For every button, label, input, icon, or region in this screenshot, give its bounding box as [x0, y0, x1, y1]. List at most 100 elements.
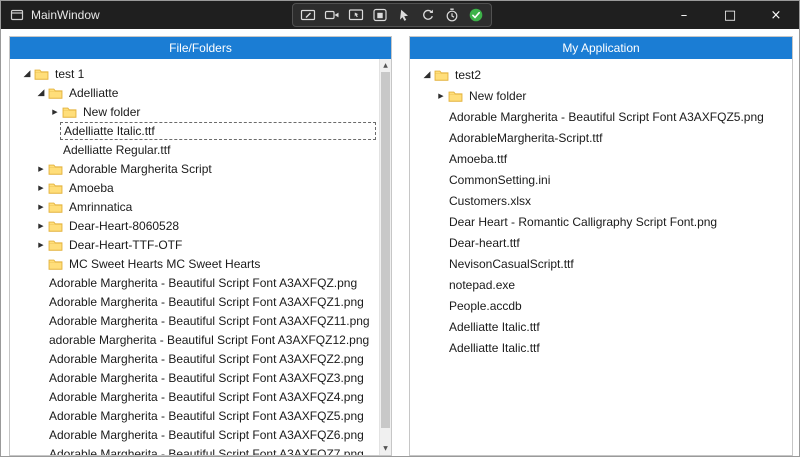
refresh-icon[interactable] [420, 7, 436, 23]
tree-item[interactable]: ◢ Adelliatte [10, 83, 379, 102]
tree-item[interactable]: ▶Amoeba [10, 178, 379, 197]
tree-item[interactable]: Adorable Margherita - Beautiful Script F… [410, 106, 792, 127]
expander-collapsed-icon[interactable]: ▶ [34, 203, 48, 211]
expander-collapsed-icon[interactable]: ▶ [34, 165, 48, 173]
tree-item[interactable]: ◢ test2 [410, 64, 792, 85]
expander-collapsed-icon[interactable]: ▶ [34, 222, 48, 230]
tree-item[interactable]: notepad.exe [410, 274, 792, 295]
tree-item[interactable]: Adorable Margherita - Beautiful Script F… [10, 444, 379, 455]
tree-item[interactable]: NevisonCasualScript.ttf [410, 253, 792, 274]
tree-item[interactable]: Dear Heart - Romantic Calligraphy Script… [410, 211, 792, 232]
tree-item-label: test2 [452, 67, 484, 83]
tree-item-label: Adelliatte Italic.ttf [446, 319, 543, 335]
tree-item[interactable]: Adorable Margherita - Beautiful Script F… [10, 349, 379, 368]
cursor-icon[interactable] [396, 7, 412, 23]
file-folders-tree: ◢ test 1 ◢ Adelliatte ▶ New folder Adelliatte … [10, 59, 379, 455]
tree-item[interactable]: Adelliatte Italic.ttf [410, 337, 792, 358]
window-controls: – □ × [661, 1, 799, 29]
tree-item-label: Adorable Margherita - Beautiful Script F… [46, 313, 373, 329]
tree-item-label: test 1 [52, 66, 87, 82]
tree-item-label: Adorable Margherita - Beautiful Script F… [46, 389, 367, 405]
tree-item-label: Dear-heart.ttf [446, 235, 523, 251]
tree-item[interactable]: ▶Dear-Heart-TTF-OTF [10, 235, 379, 254]
tree-item-label: People.accdb [446, 298, 525, 314]
file-folders-panel-header: File/Folders [10, 37, 391, 59]
tree-item-label: adorable Margherita - Beautiful Script F… [46, 332, 372, 348]
tree-item-label: Adorable Margherita - Beautiful Script F… [46, 370, 367, 386]
tree-item-label: Adelliatte Italic.ttf [446, 340, 543, 356]
expander-collapsed-icon[interactable]: ▶ [434, 92, 448, 100]
tree-item[interactable]: MC Sweet Hearts MC Sweet Hearts [10, 254, 379, 273]
tree-item[interactable]: AdorableMargherita-Script.ttf [410, 127, 792, 148]
tree-item[interactable]: ▶ New folder [10, 102, 379, 121]
tree-item[interactable]: Adorable Margherita - Beautiful Script F… [10, 387, 379, 406]
minimize-button[interactable]: – [661, 1, 707, 29]
folder-icon [48, 163, 66, 175]
close-button[interactable]: × [753, 1, 799, 29]
tree-item[interactable]: ▶ Amrinnatica [10, 197, 379, 216]
tree-item[interactable]: Adelliatte Regular.ttf [10, 140, 379, 159]
stop-recording-icon[interactable] [372, 7, 388, 23]
scrollbar-thumb[interactable] [381, 72, 390, 428]
tree-item[interactable]: Adorable Margherita - Beautiful Script F… [10, 292, 379, 311]
folder-icon [48, 239, 66, 251]
tree-item[interactable]: Adorable Margherita - Beautiful Script F… [10, 311, 379, 330]
tree-item-label: Adorable Margherita - Beautiful Script F… [46, 408, 367, 424]
scroll-down-button[interactable]: ▼ [380, 442, 391, 455]
main-window: MainWindow – □ × File/Folders ◢ test 1 ◢ Ad… [0, 0, 800, 457]
expander-collapsed-icon[interactable]: ▶ [34, 241, 48, 249]
timer-icon[interactable] [444, 7, 460, 23]
tree-item[interactable]: Adorable Margherita - Beautiful Script F… [10, 406, 379, 425]
tree-item[interactable]: Dear-heart.ttf [410, 232, 792, 253]
capture-toolbar [292, 3, 492, 27]
tree-item-label: Customers.xlsx [446, 193, 534, 209]
file-folders-panel: File/Folders ◢ test 1 ◢ Adelliatte ▶ New fold… [9, 36, 392, 456]
expander-expanded-icon[interactable]: ◢ [420, 70, 434, 80]
expander-expanded-icon[interactable]: ◢ [34, 88, 48, 98]
screen-annotate-icon[interactable] [300, 7, 316, 23]
folder-icon [48, 220, 66, 232]
folder-icon [434, 69, 452, 81]
screen-pointer-icon[interactable] [348, 7, 364, 23]
tree-item[interactable]: Adorable Margherita - Beautiful Script F… [10, 425, 379, 444]
tree-item[interactable]: People.accdb [410, 295, 792, 316]
tree-item[interactable]: ▶ New folder [410, 85, 792, 106]
tree-item[interactable]: ▶Adorable Margherita Script [10, 159, 379, 178]
tree-item[interactable]: Adorable Margherita - Beautiful Script F… [10, 368, 379, 387]
tree-item[interactable]: adorable Margherita - Beautiful Script F… [10, 330, 379, 349]
tree-item-label: AdorableMargherita-Script.ttf [446, 130, 605, 146]
tree-item-label: Dear-Heart-8060528 [66, 218, 182, 234]
expander-collapsed-icon[interactable]: ▶ [48, 108, 62, 116]
tree-item[interactable]: Customers.xlsx [410, 190, 792, 211]
folder-icon [48, 258, 66, 270]
tree-item-label: CommonSetting.ini [446, 172, 553, 188]
tree-item[interactable]: Adelliatte Italic.ttf [410, 316, 792, 337]
tree-item[interactable]: CommonSetting.ini [410, 169, 792, 190]
titlebar: MainWindow – □ × [1, 1, 799, 29]
my-application-panel-header: My Application [410, 37, 792, 59]
folder-icon [48, 87, 66, 99]
tree-item-label: New folder [466, 88, 529, 104]
folder-icon [48, 201, 66, 213]
my-application-tree: ◢ test2 ▶ New folder Adorable Margherita - B… [410, 59, 792, 455]
window-title: MainWindow [31, 8, 100, 22]
tree-item-label: Adelliatte Regular.ttf [60, 142, 173, 158]
tree-item[interactable]: Adorable Margherita - Beautiful Script F… [10, 273, 379, 292]
tree-item[interactable]: Adelliatte Italic.ttf [10, 121, 379, 140]
folder-icon [48, 182, 66, 194]
success-check-icon[interactable] [468, 7, 484, 23]
tree-item-label: Adelliatte [66, 85, 121, 101]
tree-item-label: Dear Heart - Romantic Calligraphy Script… [446, 214, 720, 230]
video-camera-icon[interactable] [324, 7, 340, 23]
tree-item-label: New folder [80, 104, 143, 120]
tree-item[interactable]: ◢ test 1 [10, 64, 379, 83]
tree-item-label-selected: Adelliatte Italic.ttf [60, 122, 376, 140]
maximize-button[interactable]: □ [707, 1, 753, 29]
scroll-up-button[interactable]: ▲ [380, 59, 391, 72]
vertical-scrollbar[interactable]: ▲ ▼ [379, 59, 391, 455]
tree-item[interactable]: Amoeba.ttf [410, 148, 792, 169]
tree-item[interactable]: ▶ Dear-Heart-8060528 [10, 216, 379, 235]
expander-collapsed-icon[interactable]: ▶ [34, 184, 48, 192]
expander-expanded-icon[interactable]: ◢ [20, 69, 34, 79]
tree-item-label: Amrinnatica [66, 199, 135, 215]
